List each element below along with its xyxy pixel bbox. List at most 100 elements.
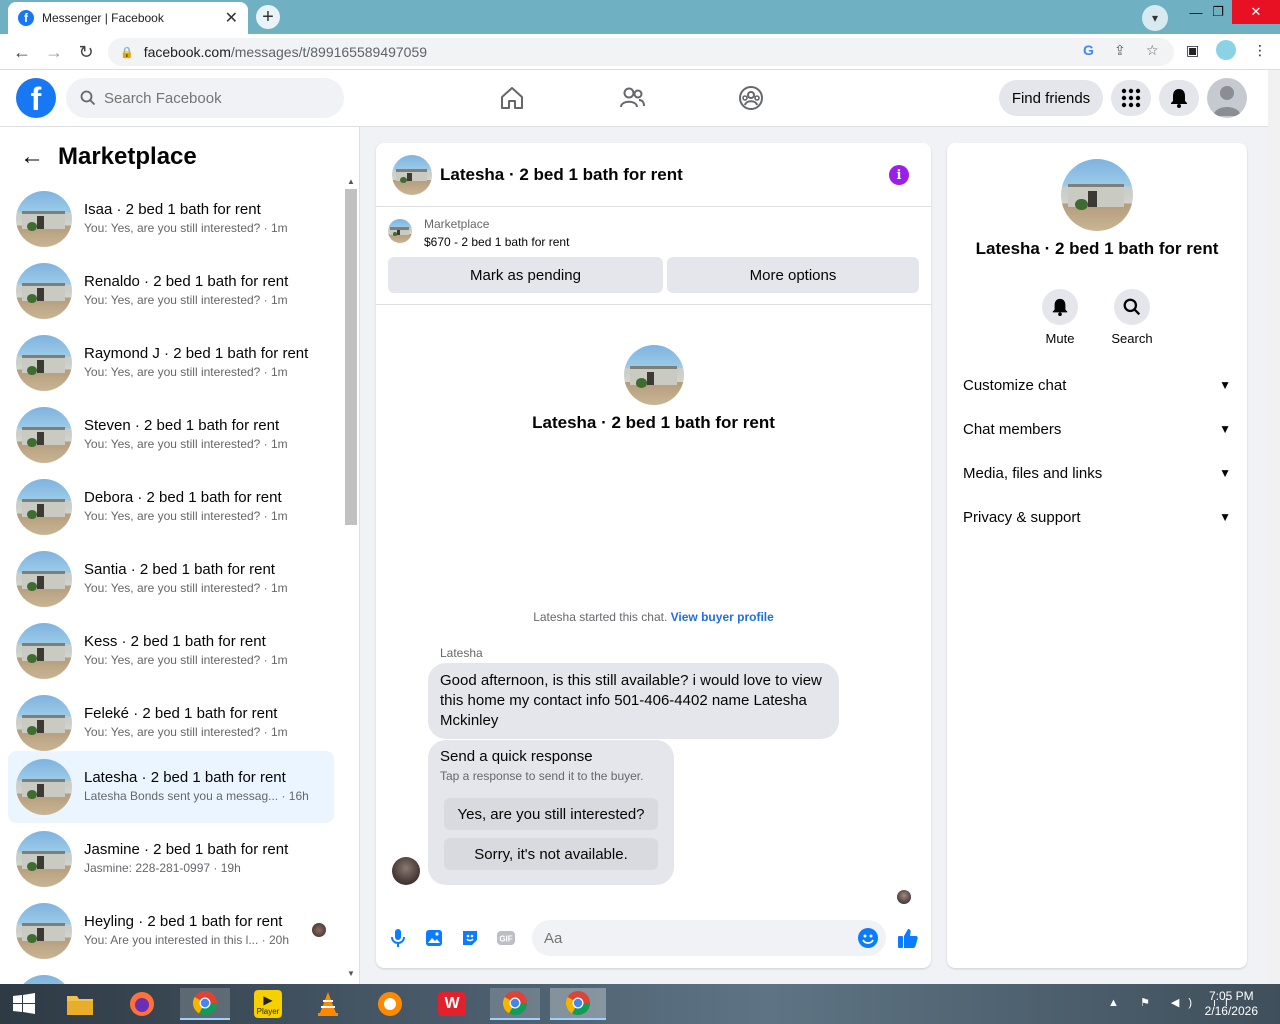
conversation-item[interactable]: Heyling · 2 bed 1 bath for rent You: Are … [8,895,334,967]
back-arrow-icon[interactable]: ← [20,143,44,171]
account-avatar[interactable] [1207,78,1247,118]
quick-yes-button[interactable]: Yes, are you still interested? [444,798,658,830]
friends-icon[interactable] [618,84,646,112]
chevron-down-icon: ▼ [1219,378,1231,392]
new-tab-button[interactable]: + [256,5,280,29]
tab-close-button[interactable]: ✕ [225,8,238,28]
restore-button[interactable]: ❐ [1202,0,1234,24]
conversation-preview: You: Yes, are you still interested? · 1m [84,293,288,307]
conversation-name: Debora · 2 bed 1 bath for rent [84,489,282,506]
profile-icon[interactable] [1216,40,1236,60]
photo-icon[interactable] [422,926,446,950]
side-panel-icon[interactable]: ▣ [1186,42,1199,59]
bookmark-star-icon[interactable]: ☆ [1146,42,1159,59]
conversation-item[interactable]: Debora · 2 bed 1 bath for rent You: Yes, … [8,471,334,543]
window-scrollbar[interactable] [1268,70,1280,984]
conversation-item[interactable]: Feleké · 2 bed 1 bath for rent You: Yes, … [8,687,334,759]
file-explorer-icon[interactable] [60,988,100,1020]
facebook-favicon-icon: f [18,10,34,26]
window-close-button[interactable]: ✕ [1232,0,1280,24]
menu-grid-icon[interactable] [1111,80,1151,116]
scroll-up-icon[interactable]: ▲ [347,177,355,186]
taskbar-clock[interactable]: 7:05 PM 2/16/2026 [1205,989,1258,1019]
message-input[interactable] [544,929,844,947]
listing-thumbnail[interactable] [392,154,432,195]
microphone-icon[interactable] [386,926,410,950]
chrome-icon-active[interactable] [550,988,606,1020]
media-files-links-row[interactable]: Media, files and links ▼ [963,457,1231,489]
listing-thumbnail [16,551,72,607]
conversation-item[interactable]: Kess · 2 bed 1 bath for rent You: Yes, ar… [8,615,334,687]
listing-thumbnail [16,407,72,463]
sidebar-title: Marketplace [58,143,197,170]
conversation-preview: You: Yes, are you still interested? · 1m [84,581,288,595]
thumbs-up-icon[interactable] [896,926,920,950]
conversation-item[interactable]: Santia · 2 bed 1 bath for rent You: Yes, … [8,543,334,615]
browser-tab[interactable]: f Messenger | Facebook ✕ [8,2,248,34]
conversation-preview: Jasmine: 228-281-0997 · 19h [84,861,241,875]
chrome-icon[interactable] [490,988,540,1020]
scroll-down-icon[interactable]: ▼ [347,969,355,978]
listing-price[interactable]: $670 - 2 bed 1 bath for rent [424,235,569,249]
search-conversation-button[interactable]: Search [1102,289,1162,346]
conversation-item[interactable]: Renaldo · 2 bed 1 bath for rent You: Yes,… [8,255,334,327]
conversation-item-active[interactable]: Latesha · 2 bed 1 bath for rent Latesha B… [8,751,334,823]
message-input-box[interactable] [532,920,886,956]
view-buyer-profile-link[interactable]: View buyer profile [671,610,774,624]
uc-browser-icon[interactable] [370,988,410,1020]
tab-search-chevron-icon[interactable]: ▾ [1142,5,1168,31]
conversation-item[interactable]: Steven · 2 bed 1 bath for rent You: Yes, … [8,399,334,471]
bell-icon [1042,289,1078,325]
listing-thumbnail [16,263,72,319]
vlc-icon[interactable] [308,988,348,1020]
back-arrow-icon[interactable]: ← [10,40,34,64]
conversation-preview: You: Yes, are you still interested? · 1m [84,725,288,739]
chat-members-row[interactable]: Chat members ▼ [963,413,1231,445]
chat-title[interactable]: Latesha · 2 bed 1 bath for rent [440,165,683,185]
conversation-item[interactable] [8,967,334,984]
chevron-down-icon: ▼ [1219,466,1231,480]
privacy-support-row[interactable]: Privacy & support ▼ [963,501,1231,533]
conversation-item[interactable]: Raymond J · 2 bed 1 bath for rent You: Ye… [8,327,334,399]
groups-icon[interactable] [737,84,765,112]
media-player-icon[interactable]: ▶ Player [248,988,288,1020]
chrome-icon[interactable] [180,988,230,1020]
sidebar-scrollbar[interactable]: ▲ ▼ [344,177,358,978]
url-field[interactable]: 🔒 facebook.com/messages/t/89916558949705… [108,38,1174,66]
info-panel-title: Latesha · 2 bed 1 bath for rent [975,239,1219,258]
search-box[interactable] [66,78,344,118]
browser-menu-icon[interactable]: ⋮ [1253,42,1267,59]
quick-no-button[interactable]: Sorry, it's not available. [444,838,658,870]
notifications-bell-icon[interactable] [1159,80,1199,116]
forward-arrow-icon[interactable]: → [42,40,66,64]
find-friends-button[interactable]: Find friends [999,80,1103,116]
conversation-item[interactable]: Jasmine · 2 bed 1 bath for rent Jasmine: … [8,823,334,895]
mute-button[interactable]: Mute [1030,289,1090,346]
share-icon[interactable]: ⇪ [1114,42,1126,59]
conversation-info-panel: Latesha · 2 bed 1 bath for rent Mute Sea… [947,143,1247,968]
google-icon[interactable]: G [1083,42,1094,58]
conversation-name: Steven · 2 bed 1 bath for rent [84,417,280,434]
intro-title: Latesha · 2 bed 1 bath for rent [532,413,775,432]
windows-start-icon[interactable] [4,988,44,1020]
info-icon[interactable]: i [889,165,909,185]
sticker-icon[interactable] [458,926,482,950]
more-options-button[interactable]: More options [667,257,919,293]
scrollbar-thumb[interactable] [345,189,357,525]
reload-icon[interactable]: ↻ [74,40,98,64]
conversation-name: Heyling · 2 bed 1 bath for rent [84,913,283,930]
home-icon[interactable] [498,84,526,112]
firefox-icon[interactable] [122,988,162,1020]
started-text: Latesha started this chat. [533,610,668,624]
gif-icon[interactable]: GIF [494,926,518,950]
customize-chat-row[interactable]: Customize chat ▼ [963,369,1231,401]
row-label: Customize chat [963,376,1067,394]
emoji-icon[interactable] [858,928,878,948]
wps-office-icon[interactable]: W [432,988,472,1020]
listing-thumbnail[interactable] [388,219,412,243]
quick-response-card: Send a quick response Tap a response to … [428,740,674,885]
facebook-logo[interactable]: f [16,78,56,118]
mark-as-pending-button[interactable]: Mark as pending [388,257,663,293]
conversation-item[interactable]: Isaa · 2 bed 1 bath for rent You: Yes, ar… [8,183,334,255]
search-input[interactable] [104,89,324,107]
